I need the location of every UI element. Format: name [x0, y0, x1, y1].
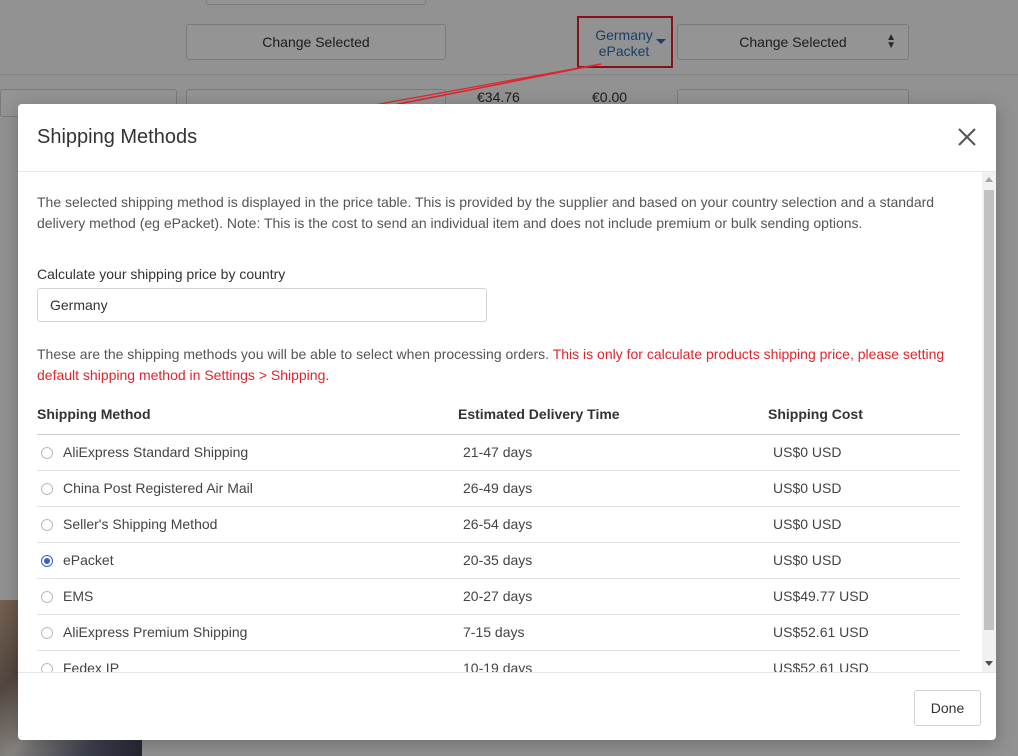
modal-header: Shipping Methods — [18, 104, 996, 172]
shipping-cost: US$52.61 USD — [768, 650, 960, 672]
scroll-down-icon[interactable] — [985, 661, 993, 666]
country-input[interactable] — [37, 288, 487, 322]
done-button[interactable]: Done — [914, 690, 981, 726]
modal-body: The selected shipping method is displaye… — [18, 172, 982, 672]
method-name: AliExpress Standard Shipping — [63, 444, 249, 460]
method-name: EMS — [63, 588, 94, 604]
delivery-time: 20-35 days — [458, 542, 768, 579]
method-name: ePacket — [63, 552, 114, 568]
table-row[interactable]: AliExpress Standard Shipping 21-47 days … — [37, 434, 960, 471]
method-name: Seller's Shipping Method — [63, 516, 218, 532]
modal-scrollbar[interactable] — [982, 172, 996, 672]
modal-title: Shipping Methods — [37, 126, 198, 148]
shipping-cost: US$52.61 USD — [768, 614, 960, 651]
methods-note-text: These are the shipping methods you will … — [37, 346, 550, 362]
scroll-up-icon[interactable] — [985, 177, 993, 182]
close-icon — [958, 128, 976, 146]
radio-button[interactable] — [41, 483, 53, 495]
method-name: AliExpress Premium Shipping — [63, 624, 248, 640]
modal-footer: Done — [18, 672, 996, 740]
header-delivery-time: Estimated Delivery Time — [458, 400, 768, 435]
table-row[interactable]: Seller's Shipping Method 26-54 days US$0… — [37, 506, 960, 543]
table-row[interactable]: EMS 20-27 days US$49.77 USD — [37, 578, 960, 615]
delivery-time: 7-15 days — [458, 614, 768, 651]
radio-button[interactable] — [41, 591, 53, 603]
delivery-time: 10-19 days — [458, 650, 768, 672]
table-row[interactable]: China Post Registered Air Mail 26-49 day… — [37, 470, 960, 507]
delivery-time: 26-54 days — [458, 506, 768, 543]
shipping-cost: US$0 USD — [768, 506, 960, 543]
method-name: Fedex IP — [63, 660, 120, 672]
intro-text: The selected shipping method is displaye… — [37, 194, 935, 231]
radio-button[interactable] — [41, 663, 53, 672]
delivery-time: 21-47 days — [458, 434, 768, 471]
delivery-time: 26-49 days — [458, 470, 768, 507]
radio-button[interactable] — [41, 627, 53, 639]
table-row[interactable]: Fedex IP 10-19 days US$52.61 USD — [37, 650, 960, 672]
methods-note: These are the shipping methods you will … — [37, 344, 957, 386]
table-row[interactable]: ePacket 20-35 days US$0 USD — [37, 542, 960, 579]
radio-button-selected[interactable] — [41, 555, 53, 567]
shipping-methods-table: Shipping Method Estimated Delivery Time … — [37, 400, 960, 672]
close-button[interactable] — [956, 126, 978, 148]
country-label: Calculate your shipping price by country — [37, 266, 286, 282]
radio-button[interactable] — [41, 447, 53, 459]
shipping-cost: US$0 USD — [768, 542, 960, 579]
shipping-methods-modal: Shipping Methods The selected shipping m… — [18, 104, 996, 740]
radio-button[interactable] — [41, 519, 53, 531]
shipping-cost: US$49.77 USD — [768, 578, 960, 615]
header-shipping-cost: Shipping Cost — [768, 400, 960, 435]
delivery-time: 20-27 days — [458, 578, 768, 615]
table-header-row: Shipping Method Estimated Delivery Time … — [37, 400, 960, 435]
method-name: China Post Registered Air Mail — [63, 480, 253, 496]
table-row[interactable]: AliExpress Premium Shipping 7-15 days US… — [37, 614, 960, 651]
shipping-cost: US$0 USD — [768, 434, 960, 471]
scrollbar-thumb[interactable] — [984, 190, 994, 630]
shipping-cost: US$0 USD — [768, 470, 960, 507]
header-shipping-method: Shipping Method — [37, 400, 458, 435]
